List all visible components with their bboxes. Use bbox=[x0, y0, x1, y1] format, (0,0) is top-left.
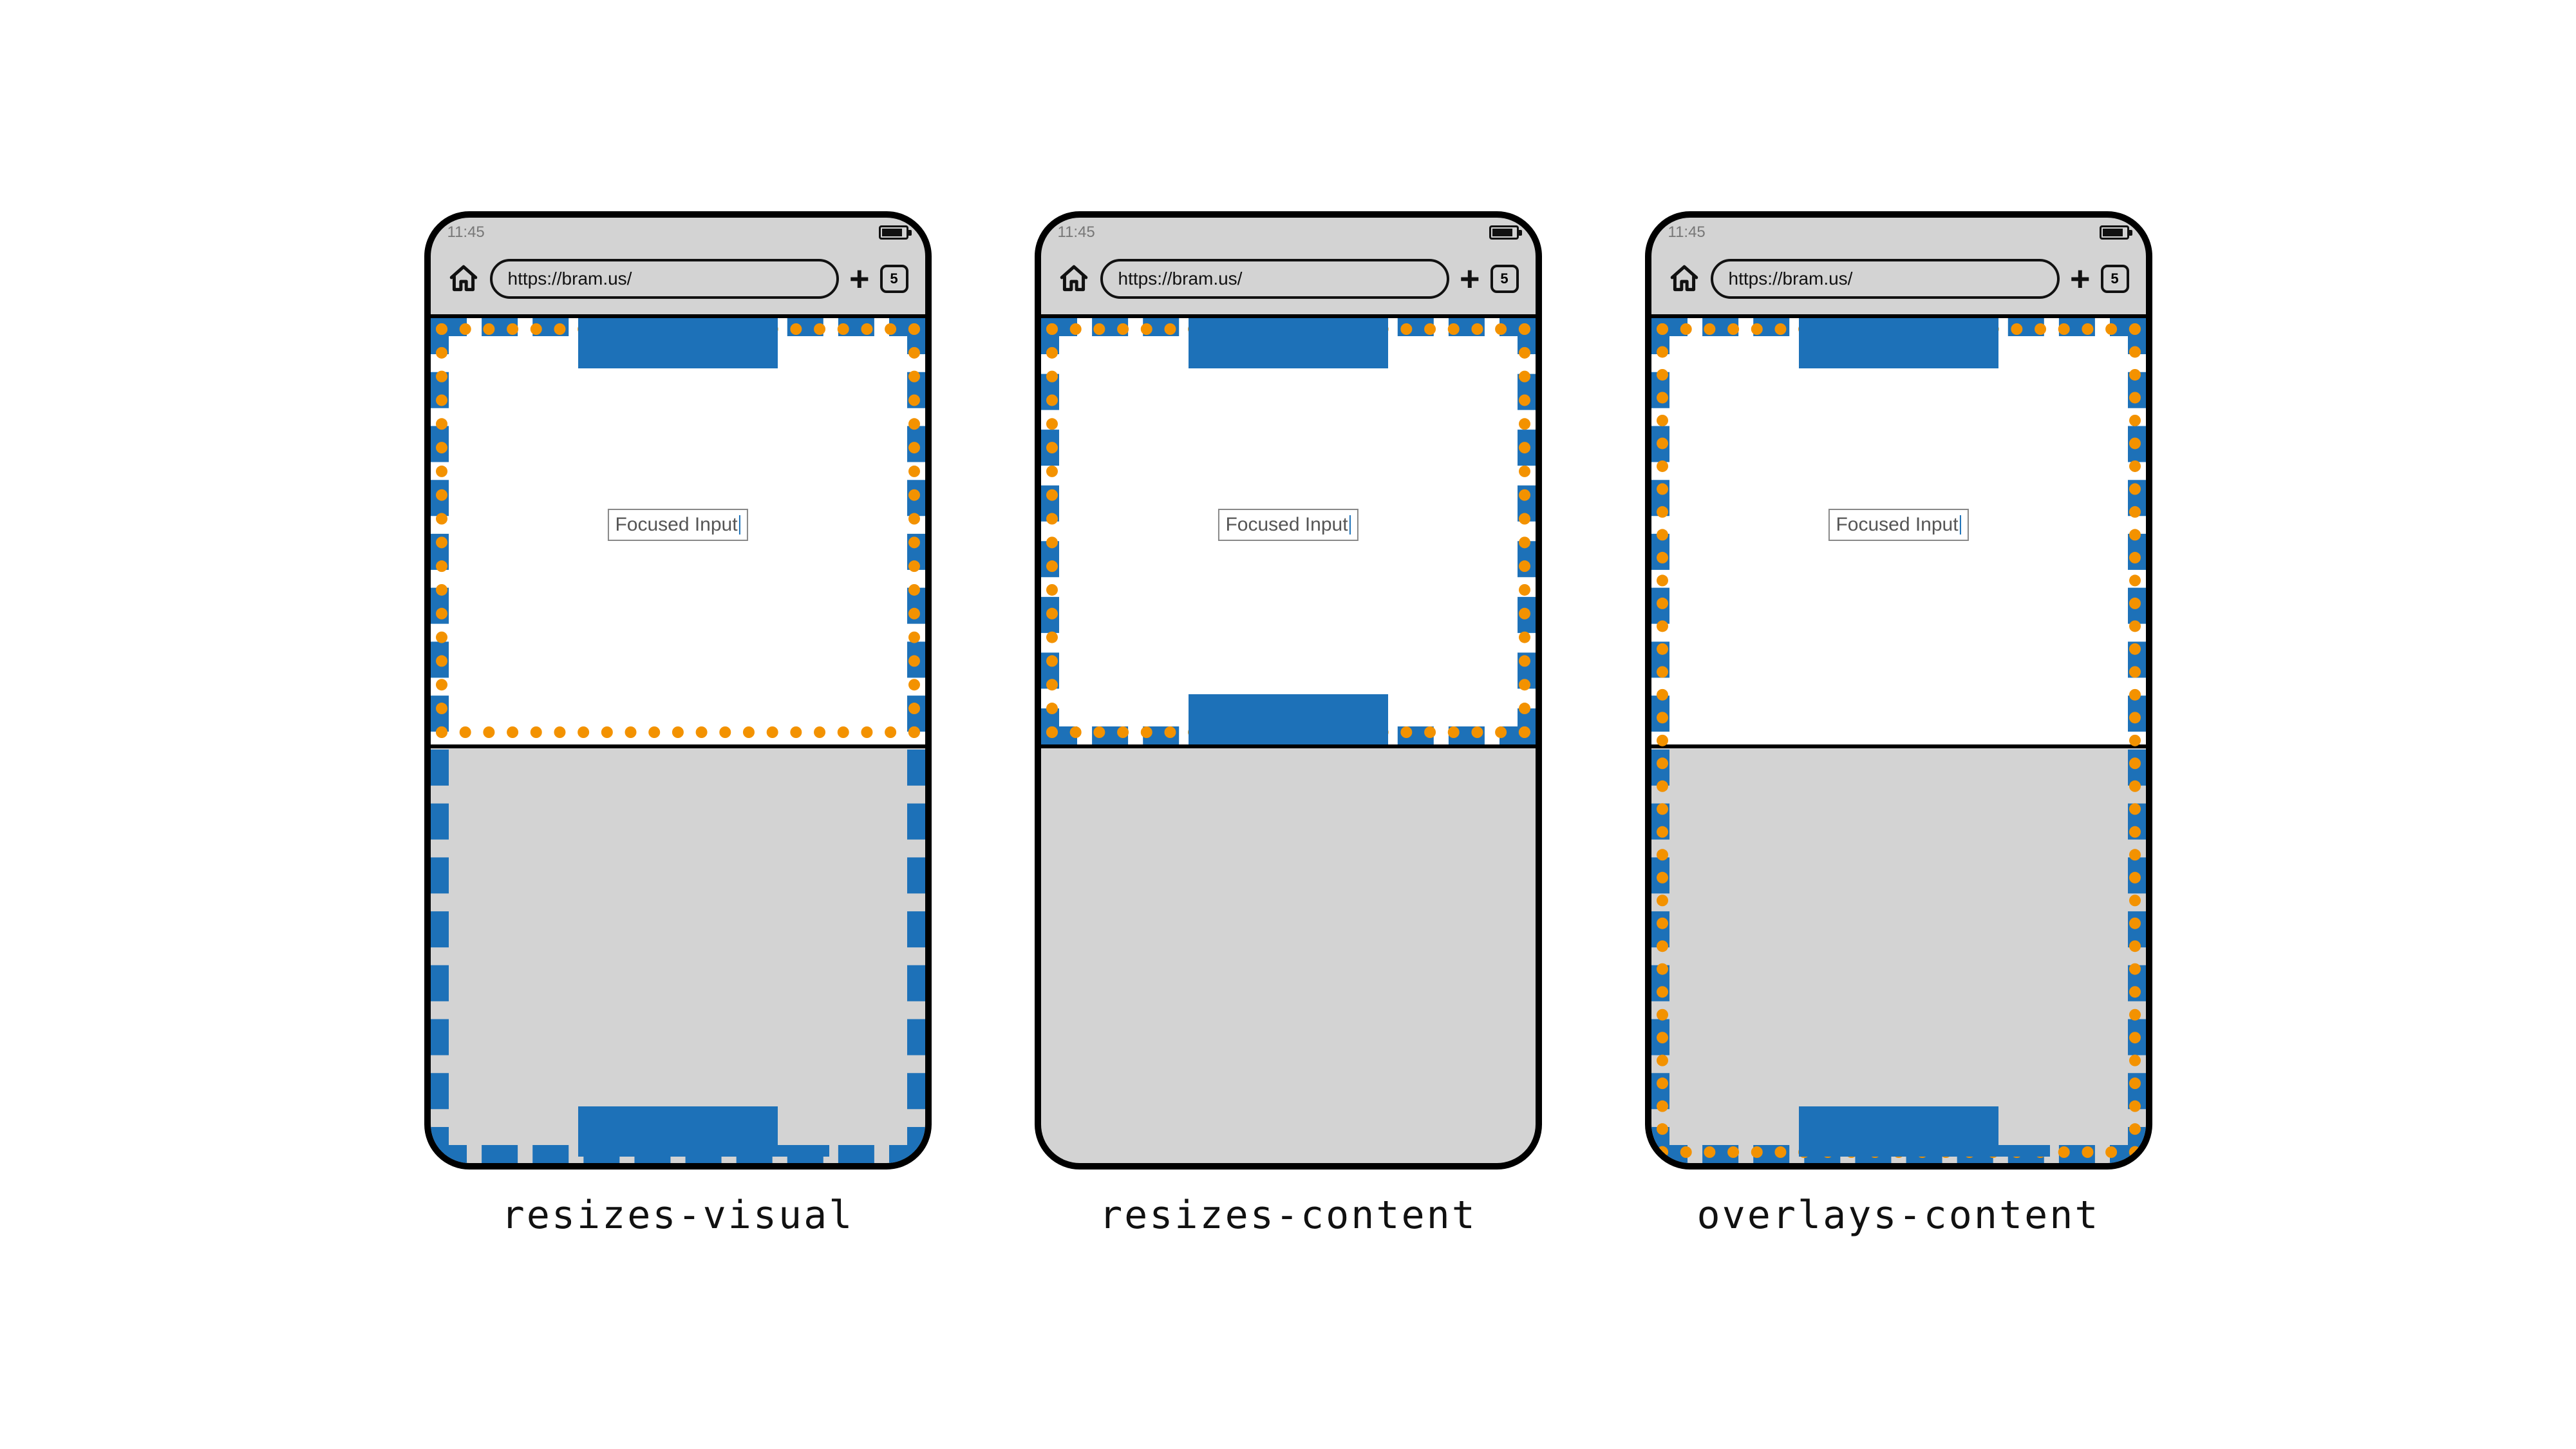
status-bar: 11:45 bbox=[1041, 218, 1536, 242]
caption-resizes-content: resizes-content bbox=[1099, 1193, 1477, 1238]
column-resizes-content: 11:45 https://bram.us/ + 5 bbox=[1035, 211, 1542, 1238]
input-text: Focused Input bbox=[1225, 514, 1348, 536]
plus-icon[interactable]: + bbox=[2070, 261, 2091, 296]
tab-count-value: 5 bbox=[2111, 270, 2118, 287]
tab-count-value: 5 bbox=[890, 270, 898, 287]
text-caret bbox=[1349, 515, 1351, 535]
url-text: https://bram.us/ bbox=[1729, 269, 1853, 289]
status-time: 11:45 bbox=[1058, 223, 1095, 242]
column-overlays-content: 11:45 https://bram.us/ + 5 bbox=[1645, 211, 2152, 1238]
browser-toolbar: https://bram.us/ + 5 bbox=[431, 243, 925, 314]
input-text: Focused Input bbox=[615, 514, 737, 536]
status-bar: 11:45 bbox=[1651, 218, 2146, 242]
diagram-stage: 11:45 https://bram.us/ + 5 bbox=[424, 211, 2152, 1238]
text-caret bbox=[739, 515, 740, 535]
focused-input[interactable]: Focused Input bbox=[1217, 509, 1358, 541]
url-text: https://bram.us/ bbox=[508, 269, 632, 289]
fixed-top-element bbox=[1799, 318, 1998, 368]
content-screen: Focused Input bbox=[431, 314, 925, 1163]
tab-count-button[interactable]: 5 bbox=[1490, 265, 1519, 293]
url-bar[interactable]: https://bram.us/ bbox=[490, 259, 839, 299]
phone-frame: 11:45 https://bram.us/ + 5 bbox=[1035, 211, 1542, 1170]
tab-count-value: 5 bbox=[1500, 270, 1508, 287]
focused-input[interactable]: Focused Input bbox=[1828, 509, 1968, 541]
url-bar[interactable]: https://bram.us/ bbox=[1100, 259, 1449, 299]
tab-count-button[interactable]: 5 bbox=[880, 265, 908, 293]
content-screen: Focused Input bbox=[1041, 314, 1536, 1163]
focused-input[interactable]: Focused Input bbox=[607, 509, 747, 541]
keyboard-divider bbox=[1651, 744, 2146, 748]
home-icon[interactable] bbox=[447, 263, 480, 295]
fixed-bottom-element bbox=[1799, 1106, 1998, 1157]
column-resizes-visual: 11:45 https://bram.us/ + 5 bbox=[424, 211, 932, 1238]
content-screen: Focused Input bbox=[1651, 314, 2146, 1163]
keyboard-divider bbox=[1041, 744, 1536, 748]
tab-count-button[interactable]: 5 bbox=[2101, 265, 2129, 293]
caption-overlays-content: overlays-content bbox=[1697, 1193, 2100, 1238]
battery-icon bbox=[879, 225, 908, 240]
phone-frame: 11:45 https://bram.us/ + 5 bbox=[1645, 211, 2152, 1170]
caption-resizes-visual: resizes-visual bbox=[502, 1193, 854, 1238]
fixed-bottom-element bbox=[578, 1106, 778, 1157]
home-icon[interactable] bbox=[1058, 263, 1090, 295]
fixed-bottom-element bbox=[1189, 694, 1388, 744]
browser-toolbar: https://bram.us/ + 5 bbox=[1651, 243, 2146, 314]
status-time: 11:45 bbox=[1668, 223, 1706, 242]
battery-icon bbox=[2100, 225, 2129, 240]
text-caret bbox=[1960, 515, 1961, 535]
home-icon[interactable] bbox=[1668, 263, 1700, 295]
plus-icon[interactable]: + bbox=[1460, 261, 1480, 296]
url-bar[interactable]: https://bram.us/ bbox=[1711, 259, 2060, 299]
keyboard-divider bbox=[431, 744, 925, 748]
fixed-top-element bbox=[1189, 318, 1388, 368]
fixed-top-element bbox=[578, 318, 778, 368]
input-text: Focused Input bbox=[1836, 514, 1958, 536]
status-time: 11:45 bbox=[447, 223, 485, 242]
phone-frame: 11:45 https://bram.us/ + 5 bbox=[424, 211, 932, 1170]
status-bar: 11:45 bbox=[431, 218, 925, 242]
url-text: https://bram.us/ bbox=[1118, 269, 1243, 289]
browser-toolbar: https://bram.us/ + 5 bbox=[1041, 243, 1536, 314]
plus-icon[interactable]: + bbox=[849, 261, 870, 296]
battery-icon bbox=[1489, 225, 1519, 240]
